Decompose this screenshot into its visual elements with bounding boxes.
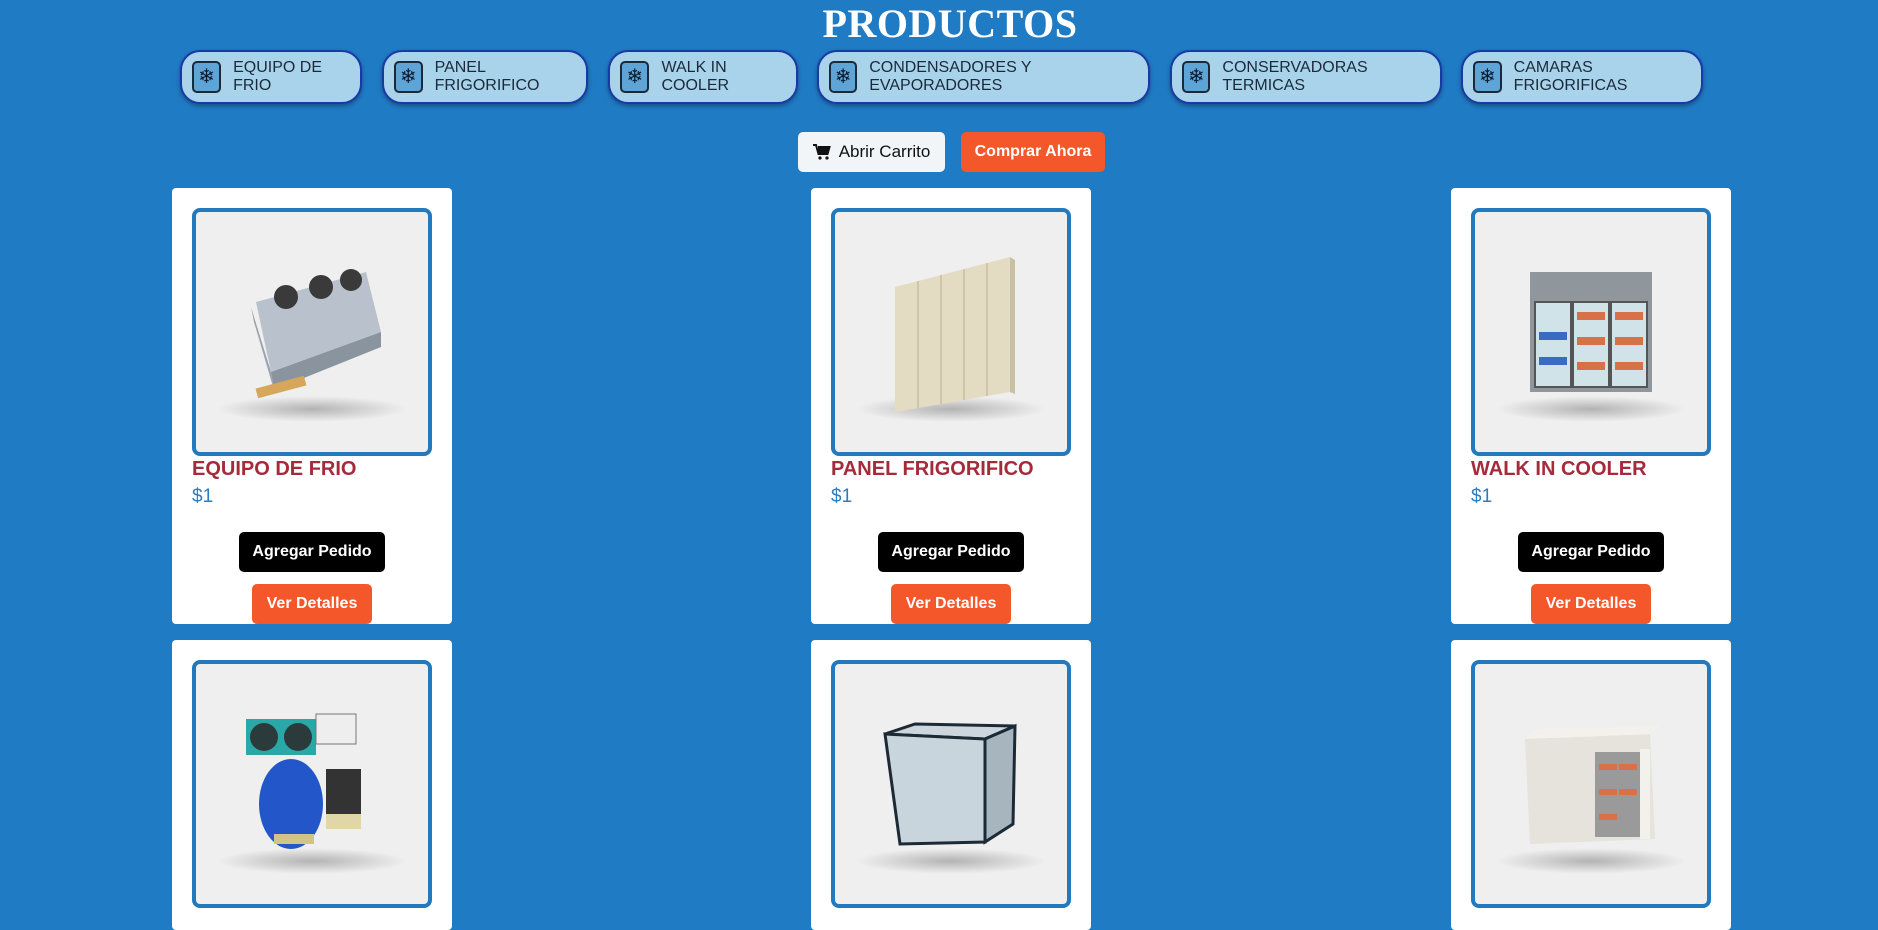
product-image[interactable] — [1471, 660, 1711, 908]
product-card: PANEL FRIGORIFICO $1 Agregar Pedido Ver … — [811, 188, 1091, 624]
category-nav: ❄ EQUIPO DE FRIO ❄ PANEL FRIGORIFICO ❄ W… — [0, 50, 1878, 106]
cold-room-image — [1525, 726, 1660, 844]
product-card: WALK IN COOLER $1 Agregar Pedido Ver Det… — [1451, 188, 1731, 624]
product-price: $1 — [1471, 486, 1493, 507]
refrigeration-unit-image — [251, 269, 381, 399]
product-image[interactable] — [1471, 208, 1711, 456]
open-cart-button[interactable]: Abrir Carrito — [798, 132, 945, 172]
snowflake-icon: ❄ — [620, 61, 650, 93]
category-label: CAMARAS FRIGORIFICAS — [1513, 59, 1628, 94]
category-conservadoras-termicas[interactable]: ❄ CONSERVADORAS TERMICAS — [1170, 50, 1442, 104]
walk-in-cooler-image — [1530, 272, 1652, 392]
category-label: WALK IN COOLER — [661, 59, 730, 94]
snowflake-icon: ❄ — [394, 61, 423, 93]
product-price: $1 — [831, 486, 853, 507]
category-label: CONDENSADORES Y EVAPORADORES — [869, 59, 1032, 94]
category-equipo-de-frio[interactable]: ❄ EQUIPO DE FRIO — [180, 50, 362, 104]
product-card: EQUIPO DE FRIO $1 Agregar Pedido Ver Det… — [172, 188, 452, 624]
category-label: CONSERVADORAS TERMICAS — [1222, 59, 1368, 94]
add-order-button[interactable]: Agregar Pedido — [1518, 532, 1664, 572]
open-cart-label: Abrir Carrito — [838, 142, 931, 161]
product-name: PANEL FRIGORIFICO — [831, 458, 1034, 480]
panel-image — [895, 257, 1015, 412]
product-name: WALK IN COOLER — [1471, 458, 1647, 480]
buy-now-button[interactable]: Comprar Ahora — [961, 132, 1105, 172]
snowflake-icon: ❄ — [829, 61, 858, 93]
category-label: EQUIPO DE FRIO — [233, 59, 322, 94]
product-image[interactable] — [192, 208, 432, 456]
product-image[interactable] — [831, 660, 1071, 908]
snowflake-icon: ❄ — [1182, 61, 1211, 93]
product-image[interactable] — [192, 660, 432, 908]
add-order-button[interactable]: Agregar Pedido — [239, 532, 385, 572]
view-details-button[interactable]: Ver Detalles — [252, 584, 372, 624]
add-order-button[interactable]: Agregar Pedido — [878, 532, 1024, 572]
product-price: $1 — [192, 486, 214, 507]
category-camaras-frigorificas[interactable]: ❄ CAMARAS FRIGORIFICAS — [1461, 50, 1703, 104]
product-card — [172, 640, 452, 930]
product-image[interactable] — [831, 208, 1071, 456]
compressor-image — [246, 713, 361, 849]
category-walk-in-cooler[interactable]: ❄ WALK IN COOLER — [608, 50, 798, 104]
category-label: PANEL FRIGORIFICO — [434, 59, 540, 94]
category-condensadores-y-evaporadores[interactable]: ❄ CONDENSADORES Y EVAPORADORES — [817, 50, 1150, 104]
product-name: EQUIPO DE FRIO — [192, 458, 357, 480]
page-title: PRODUCTOS — [822, 1, 1078, 46]
shopping-cart-icon — [812, 144, 831, 160]
snowflake-icon: ❄ — [1473, 61, 1502, 93]
category-panel-frigorifico[interactable]: ❄ PANEL FRIGORIFICO — [382, 50, 588, 104]
product-card — [1451, 640, 1731, 930]
product-card — [811, 640, 1091, 930]
action-bar: Abrir Carrito Comprar Ahora — [0, 132, 1878, 172]
thermal-cooler-image — [883, 722, 1017, 846]
view-details-button[interactable]: Ver Detalles — [891, 584, 1011, 624]
view-details-button[interactable]: Ver Detalles — [1531, 584, 1651, 624]
snowflake-icon: ❄ — [192, 61, 222, 93]
